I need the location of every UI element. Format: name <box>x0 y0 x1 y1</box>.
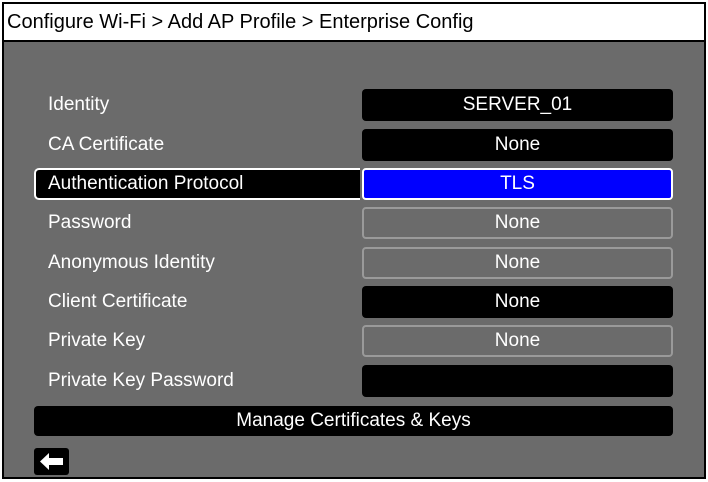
enterprise-config-screen: Configure Wi-Fi > Add AP Profile > Enter… <box>2 2 706 479</box>
authentication-protocol-value[interactable]: TLS <box>362 168 673 200</box>
manage-certificates-button[interactable]: Manage Certificates & Keys <box>34 406 673 436</box>
identity-value[interactable]: SERVER_01 <box>362 89 673 121</box>
authentication-protocol-row[interactable]: Authentication Protocol TLS <box>34 168 674 200</box>
private-key-password-value[interactable] <box>362 365 673 397</box>
private-key-value[interactable]: None <box>362 325 673 357</box>
anonymous-identity-row[interactable]: Anonymous Identity None <box>34 247 674 279</box>
private-key-password-row[interactable]: Private Key Password <box>34 365 674 397</box>
password-row[interactable]: Password None <box>34 207 674 239</box>
field-label: Password <box>48 212 132 233</box>
private-key-row[interactable]: Private Key None <box>34 325 674 357</box>
ca-certificate-row[interactable]: CA Certificate None <box>34 129 674 161</box>
back-button[interactable] <box>34 448 69 475</box>
identity-row[interactable]: Identity SERVER_01 <box>34 89 674 121</box>
field-label: Private Key <box>48 330 146 351</box>
field-label: CA Certificate <box>48 134 165 155</box>
field-label: Identity <box>48 94 110 115</box>
field-label: Authentication Protocol <box>34 168 360 200</box>
field-label: Client Certificate <box>48 291 188 312</box>
password-value[interactable]: None <box>362 207 673 239</box>
breadcrumb: Configure Wi-Fi > Add AP Profile > Enter… <box>4 4 704 42</box>
ca-certificate-value[interactable]: None <box>362 129 673 161</box>
field-label: Private Key Password <box>48 370 234 391</box>
anonymous-identity-value[interactable]: None <box>362 247 673 279</box>
client-certificate-row[interactable]: Client Certificate None <box>34 286 674 318</box>
client-certificate-value[interactable]: None <box>362 286 673 318</box>
back-arrow-icon <box>40 453 63 470</box>
field-label: Anonymous Identity <box>48 252 215 273</box>
